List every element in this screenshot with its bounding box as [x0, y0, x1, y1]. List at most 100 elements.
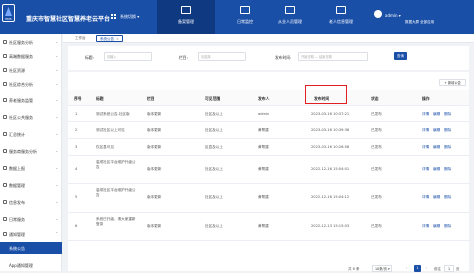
- sidebar-item-data-report[interactable]: 数据上报 ⌄: [0, 162, 62, 174]
- sidebar-item-provider-analysis[interactable]: 服务商服务分析 ⌄: [0, 145, 62, 157]
- date-range-picker[interactable]: 开始日期 — 结束日期: [298, 52, 368, 61]
- cell-column: 版本更新: [147, 112, 162, 116]
- cell-time: 2022-12-16 15:04:01: [311, 167, 350, 171]
- cell-no: 2: [75, 128, 78, 132]
- sidebar-item-label: 社区公共服务: [9, 115, 33, 120]
- user-menu[interactable]: admin ▾: [385, 13, 401, 18]
- platform-logo: PMS: [2, 4, 15, 22]
- sidebar-item-public-service[interactable]: 社区公共服务 ⌄: [0, 111, 62, 123]
- sidebar: 社区服务分析 ⌄ 高端数据服务 ⌄ 社区资源 ⌄ 社区综合分析 ⌄ 养老服务监管 ⌄ 社区…: [0, 34, 62, 271]
- nav-label: 备案管理: [178, 19, 194, 24]
- chevron-down-icon: ⌄: [55, 131, 59, 136]
- detail-link[interactable]: 详情: [422, 112, 429, 117]
- page-unit-label: 页: [456, 267, 460, 271]
- sidebar-item-community-resources[interactable]: 社区资源 ⌄: [0, 64, 62, 76]
- column-select[interactable]: 请选择: [198, 52, 246, 61]
- sidebar-item-label: 社区综合分析: [9, 82, 33, 87]
- edit-link[interactable]: 编辑: [433, 167, 440, 172]
- cell-no: 3: [75, 145, 78, 149]
- sidebar-item-elderly-supervision[interactable]: 养老服务监管 ⌄: [0, 94, 62, 106]
- detail-link[interactable]: 详情: [422, 128, 429, 133]
- cell-scope: 社区及以上: [205, 167, 223, 171]
- column-header: 状态: [371, 96, 379, 101]
- cell-column: 版本更新: [147, 128, 162, 132]
- system-switch-dropdown[interactable]: 系统切换 ▾: [120, 14, 139, 20]
- top-links[interactable]: 数据大屏 全部应用: [405, 20, 434, 25]
- menu-icon: [3, 200, 7, 204]
- cell-column: 版本更新: [147, 224, 162, 228]
- delete-link[interactable]: 删除: [444, 167, 451, 172]
- cell-author: 黄帮建: [258, 145, 269, 149]
- elderly-icon: [336, 6, 346, 14]
- table-row: 4 滥坝社区平台维护升级公告 版本更新 社区及以上 黄帮建 2022-12-16…: [68, 156, 469, 184]
- sidebar-item-label: 高端数据服务: [9, 54, 33, 59]
- cell-author: 黄帮建: [258, 224, 269, 228]
- nav-filing-management[interactable]: 备案管理: [157, 0, 215, 34]
- menu-icon: [3, 82, 7, 86]
- sidebar-item-community-analysis[interactable]: 社区服务分析 ⌄: [0, 36, 62, 48]
- column-header: 标题: [96, 96, 104, 101]
- search-button[interactable]: 查询: [394, 52, 407, 60]
- edit-link[interactable]: 编辑: [433, 128, 440, 133]
- edit-link[interactable]: 编辑: [433, 145, 440, 150]
- sidebar-item-data-management[interactable]: 数据管理 ⌄: [0, 179, 62, 191]
- delete-link[interactable]: 删除: [444, 195, 451, 200]
- highlight-box: [305, 85, 347, 104]
- cell-author: 黄帮建: [258, 195, 269, 199]
- sidebar-item-system-announcement[interactable]: 系统公告: [0, 242, 62, 254]
- column-header: 发布人: [258, 96, 270, 101]
- cell-title: 系统已升级，请大家重新登录: [96, 217, 136, 226]
- delete-link[interactable]: 删除: [444, 128, 451, 133]
- cell-status: 已发布: [371, 167, 382, 171]
- cell-time: 2023-03-16 10:26:58: [311, 145, 350, 149]
- nav-staff-management[interactable]: 从业人员管理: [261, 0, 319, 34]
- sidebar-item-community-overview[interactable]: 社区综合分析 ⌄: [0, 78, 62, 90]
- detail-link[interactable]: 详情: [422, 224, 429, 229]
- delete-link[interactable]: 删除: [444, 224, 451, 229]
- cell-title: 测试系统公告-社区版: [96, 112, 130, 116]
- goto-label: 前往: [434, 267, 441, 271]
- close-icon[interactable]: ×: [116, 37, 119, 41]
- prev-page-icon[interactable]: ‹: [406, 266, 407, 270]
- chevron-down-icon: ⌄: [55, 39, 59, 44]
- edit-link[interactable]: 编辑: [433, 112, 440, 117]
- nav-elderly-info[interactable]: 老人信息管理: [312, 0, 370, 34]
- nav-label: 老人信息管理: [329, 19, 353, 24]
- monitor-icon: [240, 6, 250, 14]
- edit-link[interactable]: 编辑: [433, 224, 440, 229]
- page-tabs: 工作台 系统公告 ×: [63, 34, 474, 43]
- apps-grid-icon[interactable]: [111, 14, 116, 19]
- cell-scope: 社区及以上: [205, 224, 223, 228]
- chevron-down-icon: ⌄: [55, 53, 59, 58]
- next-page-icon[interactable]: ›: [426, 266, 427, 270]
- total-count: 共 6 条: [348, 267, 360, 271]
- app-title: 重庆市智慧社区智慧养老云平台: [26, 16, 111, 23]
- edit-link[interactable]: 编辑: [433, 195, 440, 200]
- tab-system-announcement[interactable]: 系统公告 ×: [96, 35, 123, 42]
- sidebar-item-info-publish[interactable]: 信息发布 ⌄: [0, 196, 62, 208]
- menu-icon: [3, 132, 7, 136]
- detail-link[interactable]: 详情: [422, 195, 429, 200]
- chevron-down-icon: ⌄: [55, 67, 59, 72]
- add-announcement-button[interactable]: + 新增公告: [439, 79, 466, 86]
- detail-link[interactable]: 详情: [422, 145, 429, 150]
- cell-status: 已发布: [371, 145, 382, 149]
- cell-title: 滥坝社区平台维护升级公告: [96, 160, 136, 169]
- tab-workbench[interactable]: 工作台: [72, 35, 89, 42]
- avatar[interactable]: [374, 10, 382, 18]
- chevron-down-icon: ⌄: [55, 199, 59, 204]
- logo-subtext: PMS: [5, 17, 12, 21]
- sidebar-item-summary-stats[interactable]: 汇总统计 ⌄: [0, 128, 62, 140]
- sidebar-item-daily-service[interactable]: 日常服务 ⌄: [0, 213, 62, 225]
- detail-link[interactable]: 详情: [422, 167, 429, 172]
- delete-link[interactable]: 删除: [444, 145, 451, 150]
- sidebar-item-label: 社区资源: [9, 68, 25, 73]
- cell-column: 版本更新: [147, 145, 162, 149]
- main-content: 工作台 系统公告 × 标题: 请输入 栏目: 请选择 发布时间: 开始日期 — 结…: [63, 34, 474, 272]
- menu-icon: [3, 232, 7, 236]
- delete-link[interactable]: 删除: [444, 112, 451, 117]
- sidebar-item-notice-management[interactable]: 通知管理 ⌃: [0, 228, 62, 240]
- title-search-input[interactable]: 请输入: [104, 52, 152, 61]
- sidebar-item-app-notice[interactable]: App通知管理: [0, 259, 62, 271]
- sidebar-item-data-service[interactable]: 高端数据服务 ⌄: [0, 50, 62, 62]
